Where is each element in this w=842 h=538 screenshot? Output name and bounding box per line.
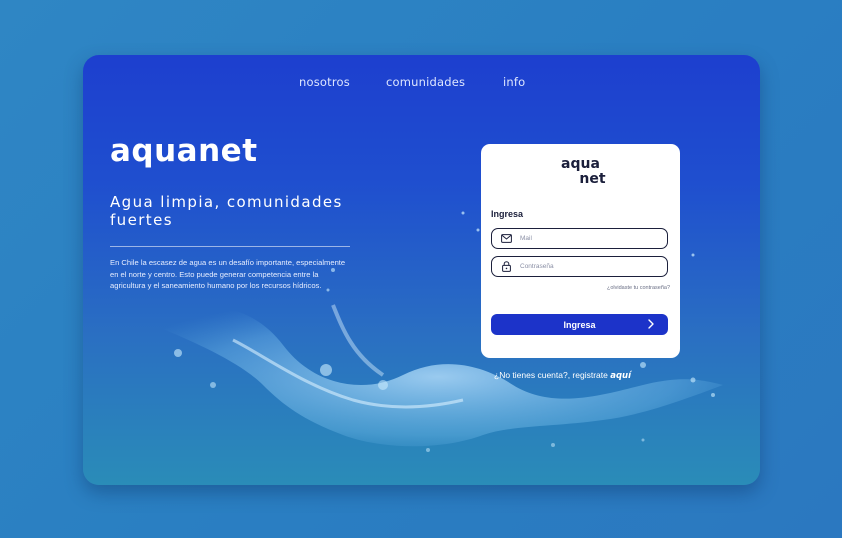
register-prompt[interactable]: ¿No tienes cuenta?, registrate aquí bbox=[494, 370, 631, 381]
login-button[interactable]: Ingresa bbox=[491, 314, 668, 335]
mail-icon bbox=[500, 233, 512, 245]
password-placeholder: Contraseña bbox=[520, 263, 554, 270]
login-button-label: Ingresa bbox=[563, 319, 596, 330]
top-nav: nosotros comunidades info bbox=[83, 75, 760, 95]
hero-tagline: Agua limpia, comunidades fuertes bbox=[110, 193, 343, 229]
hero-description: En Chile la escasez de agua es un desafí… bbox=[110, 258, 346, 290]
mail-placeholder: Mail bbox=[520, 235, 532, 242]
main-frame: nosotros comunidades info aquanet Agua l… bbox=[83, 55, 760, 485]
register-link[interactable]: aquí bbox=[610, 371, 631, 381]
nav-item-nosotros[interactable]: nosotros bbox=[299, 75, 350, 89]
card-logo-line1: aqua bbox=[561, 156, 600, 172]
mail-field[interactable]: Mail bbox=[491, 228, 668, 249]
card-logo: aqua net bbox=[481, 157, 680, 187]
lock-icon bbox=[500, 261, 512, 273]
chevron-right-icon bbox=[645, 318, 657, 330]
nav-item-info[interactable]: info bbox=[503, 75, 525, 89]
brand-title: aquanet bbox=[110, 133, 258, 169]
password-field[interactable]: Contraseña bbox=[491, 256, 668, 277]
nav-item-comunidades[interactable]: comunidades bbox=[386, 75, 465, 89]
register-text: ¿No tienes cuenta?, registrate bbox=[494, 370, 611, 380]
login-card: aqua net Ingresa Mail Contraseña ¿olvida… bbox=[481, 144, 680, 358]
hero-divider bbox=[110, 246, 350, 247]
login-title: Ingresa bbox=[491, 209, 524, 219]
forgot-password-link[interactable]: ¿olvidaste tu contraseña? bbox=[607, 285, 670, 291]
card-logo-line2: net bbox=[579, 171, 606, 187]
